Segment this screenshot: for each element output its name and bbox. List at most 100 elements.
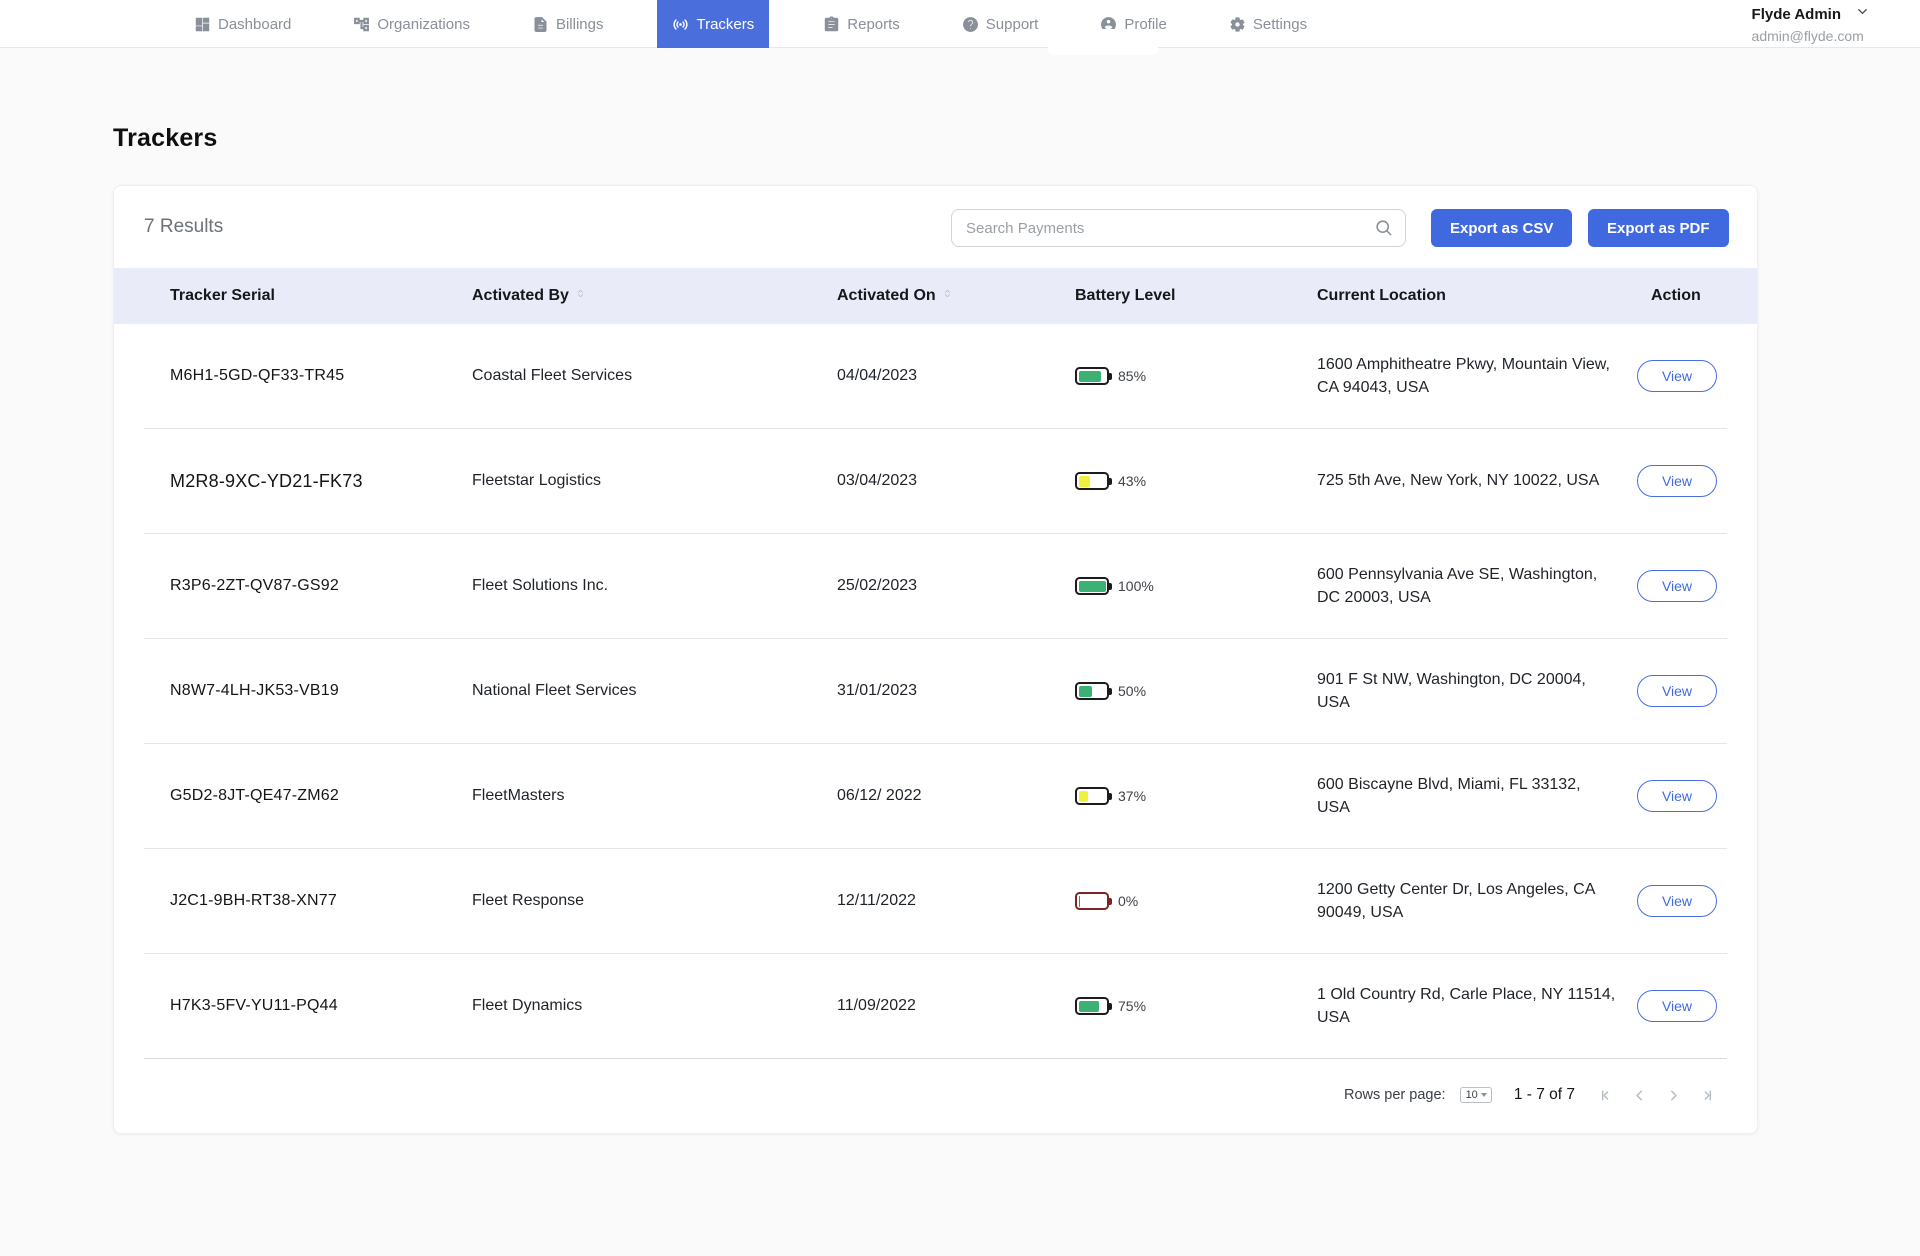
table-body: M6H1-5GD-QF33-TR45 Coastal Fleet Service… <box>114 324 1757 1059</box>
table-header: Tracker Serial Activated By Activated On… <box>114 268 1757 324</box>
rows-per-page-value: 10 <box>1466 1089 1478 1101</box>
table-row: N8W7-4LH-JK53-VB19 National Fleet Servic… <box>144 639 1727 744</box>
column-header-label: Activated On <box>837 287 936 305</box>
battery-icon <box>1075 997 1109 1015</box>
activated-on: 31/01/2023 <box>837 682 1075 700</box>
activated-on: 12/11/2022 <box>837 892 1075 910</box>
pagination-buttons <box>1593 1083 1719 1107</box>
pagination-bar: Rows per page: 10 1 - 7 of 7 <box>114 1059 1757 1131</box>
activated-on: 04/04/2023 <box>837 367 1075 385</box>
activated-by: Coastal Fleet Services <box>472 367 837 385</box>
battery-cell: 75% <box>1075 997 1317 1015</box>
nav-item-label: Organizations <box>377 16 470 33</box>
view-button[interactable]: View <box>1637 675 1717 707</box>
current-location: 1 Old Country Rd, Carle Place, NY 11514,… <box>1317 983 1617 1029</box>
export-csv-button[interactable]: Export as CSV <box>1431 209 1572 247</box>
chevron-right-icon <box>1665 1087 1682 1104</box>
user-menu-trigger[interactable]: Flyde Admin <box>1752 4 1870 26</box>
view-button[interactable]: View <box>1637 465 1717 497</box>
settings-icon <box>1229 16 1246 33</box>
main-content: Trackers 7 Results Export as CSV Export … <box>0 124 1920 1134</box>
tracker-serial: J2C1-9BH-RT38-XN77 <box>170 892 472 910</box>
current-location: 1600 Amphitheatre Pkwy, Mountain View, C… <box>1317 353 1617 399</box>
battery-fill <box>1079 371 1102 382</box>
next-page-button[interactable] <box>1661 1083 1685 1107</box>
activated-on: 25/02/2023 <box>837 577 1075 595</box>
view-button[interactable]: View <box>1637 885 1717 917</box>
top-nav: Dashboard Organizations Billings Tracker… <box>0 0 1920 48</box>
view-button[interactable]: View <box>1637 570 1717 602</box>
action-cell: View <box>1637 570 1729 602</box>
chevron-down-icon[interactable] <box>1855 4 1870 26</box>
activated-on: 03/04/2023 <box>837 472 1075 490</box>
view-button[interactable]: View <box>1637 360 1717 392</box>
user-name: Flyde Admin <box>1752 5 1841 25</box>
nav-item-organizations[interactable]: Organizations <box>345 0 478 48</box>
tracker-serial: M2R8-9XC-YD21-FK73 <box>170 471 472 492</box>
export-pdf-button[interactable]: Export as PDF <box>1588 209 1729 247</box>
nav-item-dashboard[interactable]: Dashboard <box>186 0 299 48</box>
pagination-range: 1 - 7 of 7 <box>1514 1086 1575 1104</box>
nav-item-reports[interactable]: Reports <box>815 0 908 48</box>
battery-percent-label: 50% <box>1118 683 1146 699</box>
column-header-tracker-serial: Tracker Serial <box>170 287 472 305</box>
column-header-activated-on[interactable]: Activated On <box>837 287 1075 305</box>
nav-item-billings[interactable]: Billings <box>524 0 612 48</box>
current-location: 1200 Getty Center Dr, Los Angeles, CA 90… <box>1317 878 1617 924</box>
search-input[interactable] <box>951 209 1406 247</box>
nav-item-support[interactable]: Support <box>954 0 1047 48</box>
battery-percent-label: 100% <box>1118 578 1154 594</box>
nav-item-settings[interactable]: Settings <box>1221 0 1315 48</box>
rows-per-page-select[interactable]: 10 <box>1460 1087 1492 1103</box>
battery-fill <box>1079 686 1093 697</box>
activated-by: Fleet Response <box>472 892 837 910</box>
sort-icon[interactable] <box>574 287 587 305</box>
battery-cell: 37% <box>1075 787 1317 805</box>
sort-icon[interactable] <box>941 287 954 305</box>
battery-fill <box>1079 896 1081 907</box>
support-icon <box>962 16 979 33</box>
table-row: H7K3-5FV-YU11-PQ44 Fleet Dynamics 11/09/… <box>144 954 1727 1059</box>
column-header-label: Tracker Serial <box>170 287 275 305</box>
battery-percent-label: 75% <box>1118 998 1146 1014</box>
nav-item-label: Reports <box>847 16 900 33</box>
table-row: R3P6-2ZT-QV87-GS92 Fleet Solutions Inc. … <box>144 534 1727 639</box>
tracker-serial: H7K3-5FV-YU11-PQ44 <box>170 997 472 1015</box>
action-cell: View <box>1637 465 1729 497</box>
nav-item-label: Billings <box>556 16 604 33</box>
reports-icon <box>823 16 840 33</box>
current-location: 600 Pennsylvania Ave SE, Washington, DC … <box>1317 563 1617 609</box>
view-button[interactable]: View <box>1637 780 1717 812</box>
activated-by: Fleet Solutions Inc. <box>472 577 837 595</box>
battery-cell: 43% <box>1075 472 1317 490</box>
toolbar: 7 Results Export as CSV Export as PDF <box>114 186 1757 268</box>
action-cell: View <box>1637 675 1729 707</box>
nav-item-trackers[interactable]: Trackers <box>657 0 769 48</box>
battery-fill <box>1079 476 1091 487</box>
settings-dropdown-panel <box>1048 29 1158 55</box>
rows-per-page-label: Rows per page: <box>1344 1087 1446 1103</box>
activated-by: FleetMasters <box>472 787 837 805</box>
action-cell: View <box>1637 780 1729 812</box>
first-page-button[interactable] <box>1593 1083 1617 1107</box>
column-header-action: Action <box>1637 287 1729 305</box>
tracker-serial: N8W7-4LH-JK53-VB19 <box>170 682 472 700</box>
organizations-icon <box>353 16 370 33</box>
column-header-label: Battery Level <box>1075 287 1176 305</box>
column-header-activated-by[interactable]: Activated By <box>472 287 837 305</box>
battery-percent-label: 37% <box>1118 788 1146 804</box>
search-field-wrap <box>951 209 1406 247</box>
last-page-button[interactable] <box>1695 1083 1719 1107</box>
nav-item-label: Dashboard <box>218 16 291 33</box>
battery-cell: 50% <box>1075 682 1317 700</box>
tracker-serial: G5D2-8JT-QE47-ZM62 <box>170 787 472 805</box>
view-button[interactable]: View <box>1637 990 1717 1022</box>
battery-icon <box>1075 472 1109 490</box>
user-menu: Flyde Admin admin@flyde.com <box>1752 4 1870 45</box>
battery-fill <box>1079 581 1106 592</box>
activated-by: Fleetstar Logistics <box>472 472 837 490</box>
battery-icon <box>1075 367 1109 385</box>
previous-page-button[interactable] <box>1627 1083 1651 1107</box>
table-row: J2C1-9BH-RT38-XN77 Fleet Response 12/11/… <box>144 849 1727 954</box>
activated-by: Fleet Dynamics <box>472 997 837 1015</box>
